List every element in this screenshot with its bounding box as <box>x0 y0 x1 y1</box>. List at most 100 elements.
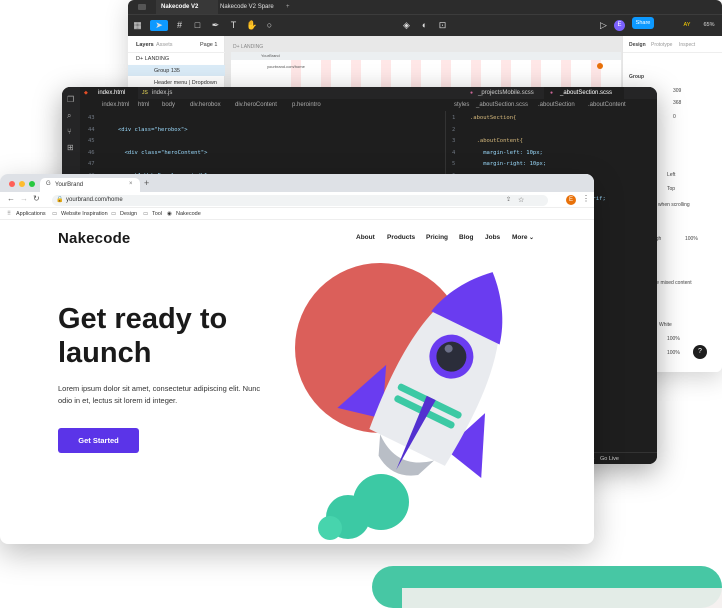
page-selector[interactable]: Page 1 <box>200 42 217 48</box>
figma-tab-active[interactable]: Nakecode V2 <box>161 4 198 10</box>
rotation-field[interactable]: 0 <box>673 114 676 120</box>
group-label: Group <box>629 74 644 80</box>
bookmark-tool[interactable]: Tool <box>152 211 162 217</box>
apps-grid-icon[interactable]: ⠿ <box>7 211 11 217</box>
share-button[interactable]: Share <box>632 17 654 29</box>
exhaust-cloud <box>318 516 342 540</box>
nav-jobs[interactable]: Jobs <box>485 234 500 241</box>
tab-assets[interactable]: Assets <box>156 42 173 48</box>
tab-index-html[interactable]: index.html <box>98 90 125 96</box>
minimize-window-icon[interactable] <box>19 181 25 187</box>
fill-color[interactable]: White <box>659 322 672 328</box>
breadcrumb-item[interactable]: .aboutSection <box>538 102 575 108</box>
close-tab-icon[interactable]: × <box>129 181 133 187</box>
profile-avatar[interactable]: E <box>566 195 576 205</box>
share-page-icon[interactable]: ⇪ <box>506 195 511 206</box>
layer-item[interactable]: Group 135 <box>154 68 180 74</box>
nav-about[interactable]: About <box>356 234 375 241</box>
forward-arrow-icon[interactable]: → <box>20 194 28 203</box>
figma-home-icon[interactable] <box>138 4 146 10</box>
line-number: 47 <box>88 161 95 167</box>
code-line[interactable]: <div class="herobox"> <box>118 127 188 133</box>
url-input[interactable]: 🔒 yourbrand.com/home ⇪ ☆ <box>52 195 548 206</box>
hand-tool-icon[interactable]: ✋ <box>246 20 257 31</box>
breadcrumb-item[interactable]: div.herobox <box>190 102 221 108</box>
source-control-icon[interactable]: ⑂ <box>67 127 72 136</box>
fill-opacity[interactable]: 100% <box>667 350 680 356</box>
zoom-level[interactable]: 65% <box>700 20 718 31</box>
shape-tool-icon[interactable]: □ <box>192 20 203 31</box>
breadcrumb-item[interactable]: _aboutSection.scss <box>476 102 528 108</box>
layer-item[interactable]: Header menu | Dropdown <box>154 80 217 86</box>
tab-about-section[interactable]: _aboutSection.scss <box>560 90 612 96</box>
breadcrumb-item[interactable]: index.html <box>102 102 129 108</box>
divider <box>128 52 225 53</box>
nav-products[interactable]: Products <box>387 234 415 241</box>
kebab-menu-icon[interactable]: ⋮ <box>582 194 590 203</box>
layer-item[interactable]: D+ LANDING <box>136 56 169 62</box>
constraint-vertical[interactable]: Top <box>667 186 675 192</box>
back-arrow-icon[interactable]: ← <box>7 194 15 203</box>
browser-tab[interactable]: G YourBrand × <box>40 178 140 192</box>
tab-prototype[interactable]: Prototype <box>651 42 672 48</box>
breadcrumb-item[interactable]: .aboutContent <box>588 102 626 108</box>
present-icon[interactable]: ▷ <box>598 20 609 31</box>
chevron-down-icon[interactable]: ⌄ <box>529 234 534 241</box>
figma-tab-spare[interactable]: Nakecode V2 Spare <box>220 4 274 10</box>
avatar[interactable]: E <box>614 20 625 31</box>
pen-tool-icon[interactable]: ✒ <box>210 20 221 31</box>
explorer-icon[interactable]: ❐ <box>67 95 74 104</box>
extensions-icon[interactable]: ⊞ <box>67 143 74 152</box>
tab-inspect[interactable]: Inspect <box>679 42 695 48</box>
search-icon[interactable]: ⌕ <box>67 111 71 121</box>
breadcrumb-item[interactable]: html <box>138 102 149 108</box>
help-button[interactable]: ? <box>693 345 707 359</box>
nav-blog[interactable]: Blog <box>459 234 473 241</box>
tab-index-js[interactable]: index.js <box>152 90 172 96</box>
nav-more[interactable]: More <box>512 234 528 241</box>
browser-tab-title: YourBrand <box>55 181 84 188</box>
move-tool-icon[interactable]: ➤ <box>150 20 168 31</box>
code-line[interactable]: margin-left: 10px; <box>470 150 543 156</box>
maximize-window-icon[interactable] <box>29 181 35 187</box>
new-tab-icon[interactable]: + <box>144 178 149 188</box>
breadcrumb-item[interactable]: body <box>162 102 175 108</box>
constraint-horizontal[interactable]: Left <box>667 172 675 178</box>
fill-opacity[interactable]: 100% <box>667 336 680 342</box>
go-live-button[interactable]: Go Live <box>600 456 619 462</box>
tab-design[interactable]: Design <box>629 42 646 48</box>
new-tab-icon[interactable]: + <box>286 4 290 10</box>
code-line[interactable]: .aboutContent{ <box>470 138 523 144</box>
hero-title: Get ready to launch <box>58 303 228 369</box>
bookmark-website-inspiration[interactable]: Website Inspiration <box>61 211 108 217</box>
figma-menu-icon[interactable]: ▦ <box>132 20 143 31</box>
frame-tool-icon[interactable]: # <box>174 20 185 31</box>
contrast-icon[interactable]: ◐ <box>419 20 430 31</box>
reload-icon[interactable]: ↻ <box>33 194 40 203</box>
nav-pricing[interactable]: Pricing <box>426 234 448 241</box>
component-icon[interactable]: ◈ <box>401 20 412 31</box>
get-started-button[interactable]: Get Started <box>58 428 139 453</box>
tab-layers[interactable]: Layers <box>136 42 154 48</box>
code-line[interactable]: .aboutSection{ <box>470 115 516 121</box>
code-line[interactable]: margin-right: 10px; <box>470 161 546 167</box>
x-field[interactable]: 309 <box>673 88 681 94</box>
bookmark-applications[interactable]: Applications <box>16 211 46 217</box>
breadcrumb-item[interactable]: p.herointro <box>292 102 321 108</box>
bookmark-design[interactable]: Design <box>120 211 137 217</box>
bookmark-nakecode[interactable]: Nakecode <box>176 211 201 217</box>
tab-projects-mobile[interactable]: _projectsMobile.scss <box>478 90 534 96</box>
share-link-icon[interactable]: ⊡ <box>437 20 448 31</box>
js-file-icon: JS <box>142 90 148 96</box>
close-window-icon[interactable] <box>9 181 15 187</box>
layer-opacity[interactable]: 100% <box>685 236 698 242</box>
y-field[interactable]: 368 <box>673 100 681 106</box>
comment-tool-icon[interactable]: ○ <box>264 20 275 31</box>
code-line[interactable]: <div class="heroContent"> <box>118 150 208 156</box>
site-logo[interactable]: Nakecode <box>58 230 130 247</box>
breadcrumb-item[interactable]: styles <box>454 102 469 108</box>
mini-tab-title: YourBrand <box>261 53 280 58</box>
bookmark-star-icon[interactable]: ☆ <box>518 195 524 206</box>
breadcrumb-item[interactable]: div.heroContent <box>235 102 277 108</box>
text-tool-icon[interactable]: T <box>228 20 239 31</box>
